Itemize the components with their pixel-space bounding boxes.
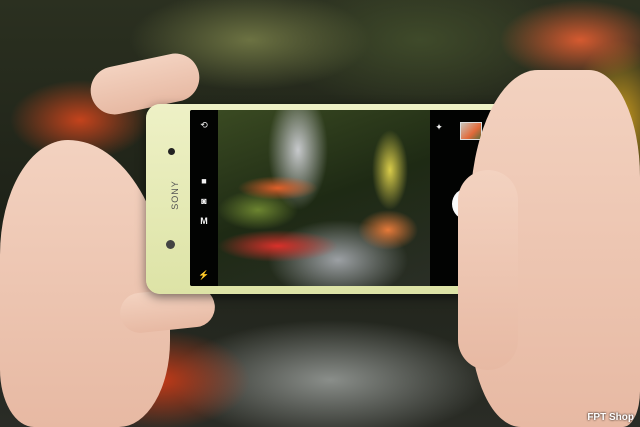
video-icon[interactable]: ■ (197, 176, 211, 186)
manual-mode-icon[interactable]: M (197, 216, 211, 226)
camera-viewfinder[interactable] (218, 110, 430, 286)
front-camera (168, 148, 175, 155)
right-thumb (458, 170, 518, 370)
gallery-thumbnail[interactable] (460, 122, 482, 140)
camera-left-controls: ⟲ ■ ◙ M ⚡ (190, 110, 218, 286)
camera-switch-icon[interactable]: ⟲ (197, 120, 211, 130)
camera-icon[interactable]: ◙ (197, 196, 211, 206)
effects-icon[interactable]: ✦ (432, 122, 446, 132)
sensor-dot (166, 240, 175, 249)
brand-logo: SONY (169, 180, 180, 210)
watermark: FPT Shop (587, 412, 634, 423)
flash-icon[interactable]: ⚡ (197, 270, 211, 280)
